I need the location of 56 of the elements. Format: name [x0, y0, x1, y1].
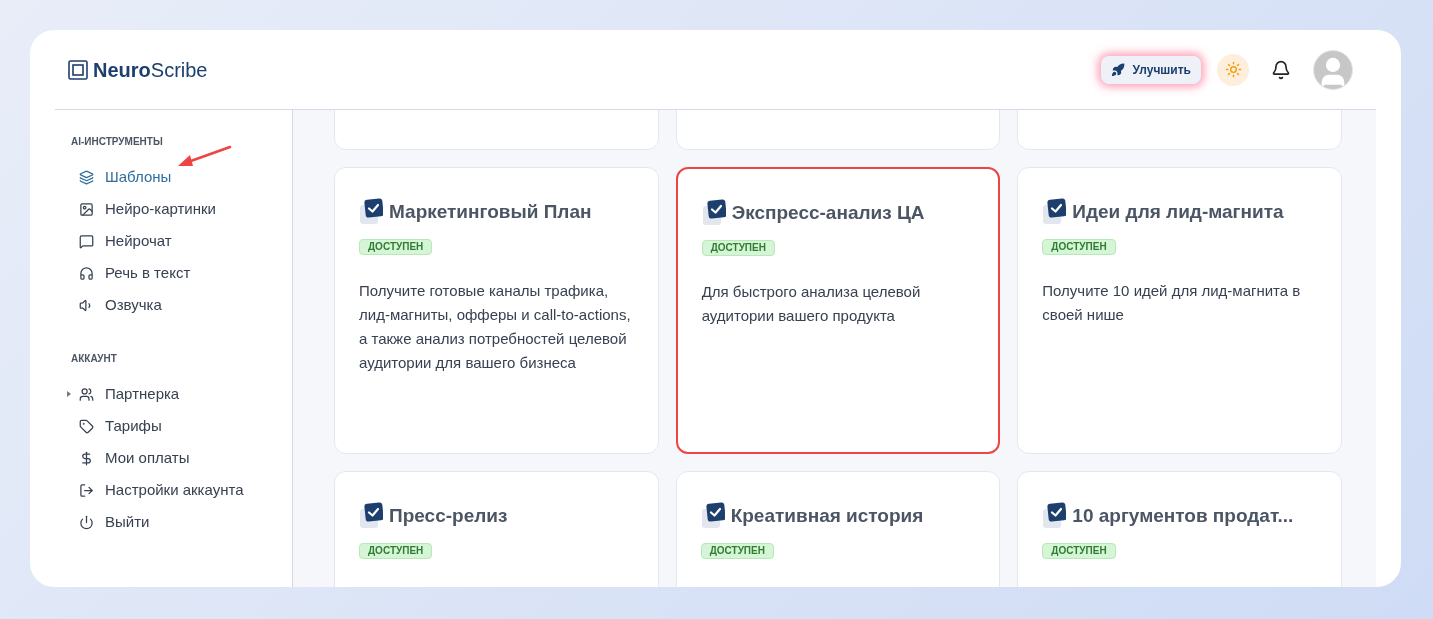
nav-item[interactable]: Мои оплаты [71, 446, 190, 470]
template-description: Получите готовые каналы трафика, лид-магниты, офферы и call-to-actions, а также анализ потребностей целевой аудитории для вашего бизнеса [359, 280, 632, 373]
rocket-icon [1110, 62, 1125, 77]
checkbox-icon [1042, 502, 1067, 531]
template-description: Для быстрого анализа целевой аудитории вашего продукта [701, 281, 922, 326]
nav-item[interactable]: Выйти [71, 510, 150, 534]
nav-item[interactable]: Настройки аккаунта [71, 478, 244, 502]
nav-item[interactable]: Шаблоны [71, 165, 172, 189]
upgrade-button[interactable]: Улучшить [1100, 55, 1201, 84]
nav-item[interactable]: Нейро-картинки [71, 197, 216, 221]
status-badge: ДОСТУПЕН [1042, 238, 1116, 255]
nav-item[interactable]: Нейрочат [71, 229, 172, 253]
nav-icon [79, 386, 94, 402]
template-description: Получите 10 идей для лид-магнита в своей нише [1042, 280, 1302, 325]
section-title: AI-ИНСТРУМЕНТЫ [71, 135, 164, 149]
template-title: Креативная история [730, 504, 924, 528]
status-badge: ДОСТУПЕН [700, 542, 774, 559]
logo-icon [68, 59, 88, 80]
logo-text[interactable]: NeuroScribe [93, 54, 208, 85]
nav-item[interactable]: Речь в текст [71, 261, 191, 285]
nav-icon [79, 233, 94, 249]
template-title: Пресс-релиз [389, 504, 508, 528]
template-card[interactable]: Идеи для лид-магнита ДОСТУПЕН Получите 10 идей для лид-магнита в своей нише [1017, 167, 1342, 454]
nav-icon [79, 450, 94, 466]
template-card[interactable]: Экспресс-анализ ЦА ДОСТУПЕН Для быстрого анализа целевой аудитории вашего продукта [675, 167, 1001, 454]
template-title: Экспресс-анализ ЦА [731, 201, 925, 225]
nav-icon [79, 169, 94, 185]
status-badge: ДОСТУПЕН [359, 238, 433, 255]
nav-icon [79, 418, 94, 434]
nav-icon [79, 265, 94, 281]
checkbox-icon [1042, 198, 1067, 227]
checkbox-icon [701, 199, 726, 228]
nav-icon [79, 514, 94, 530]
template-title: 10 аргументов продат... [1072, 504, 1294, 528]
status-badge: ДОСТУПЕН [701, 239, 775, 256]
nav-item[interactable]: Озвучка [71, 293, 162, 317]
template-card[interactable]: Креативная история ДОСТУПЕН [675, 471, 1001, 587]
checkbox-icon [359, 198, 383, 227]
nav-icon [79, 201, 94, 217]
template-title: Идеи для лид-магнита [1072, 200, 1284, 224]
sun-icon [1224, 61, 1242, 78]
status-badge: ДОСТУПЕН [1042, 542, 1116, 559]
status-badge: ДОСТУПЕН [359, 542, 433, 559]
theme-toggle[interactable] [1217, 53, 1249, 86]
section-title: АККАУНТ [71, 352, 118, 366]
nav-item[interactable]: Партнерка [71, 382, 180, 406]
template-title: Маркетинговый План [389, 200, 592, 224]
template-card[interactable]: 10 аргументов продат... ДОСТУПЕН [1017, 471, 1342, 587]
checkbox-icon [700, 502, 725, 531]
caret-icon[interactable] [67, 391, 71, 397]
nav-icon [79, 482, 94, 498]
template-card[interactable]: Пресс-релиз ДОСТУПЕН [334, 471, 659, 587]
checkbox-icon [359, 502, 383, 531]
template-card[interactable]: Маркетинговый План ДОСТУПЕН Получите готовые каналы трафика, лид-магниты, офферы и call-to-actions, а также анализ потребностей целевой аудитории для вашего бизнеса [334, 167, 659, 454]
notification-icon[interactable] [1271, 59, 1291, 80]
nav-item[interactable]: Тарифы [71, 414, 162, 438]
